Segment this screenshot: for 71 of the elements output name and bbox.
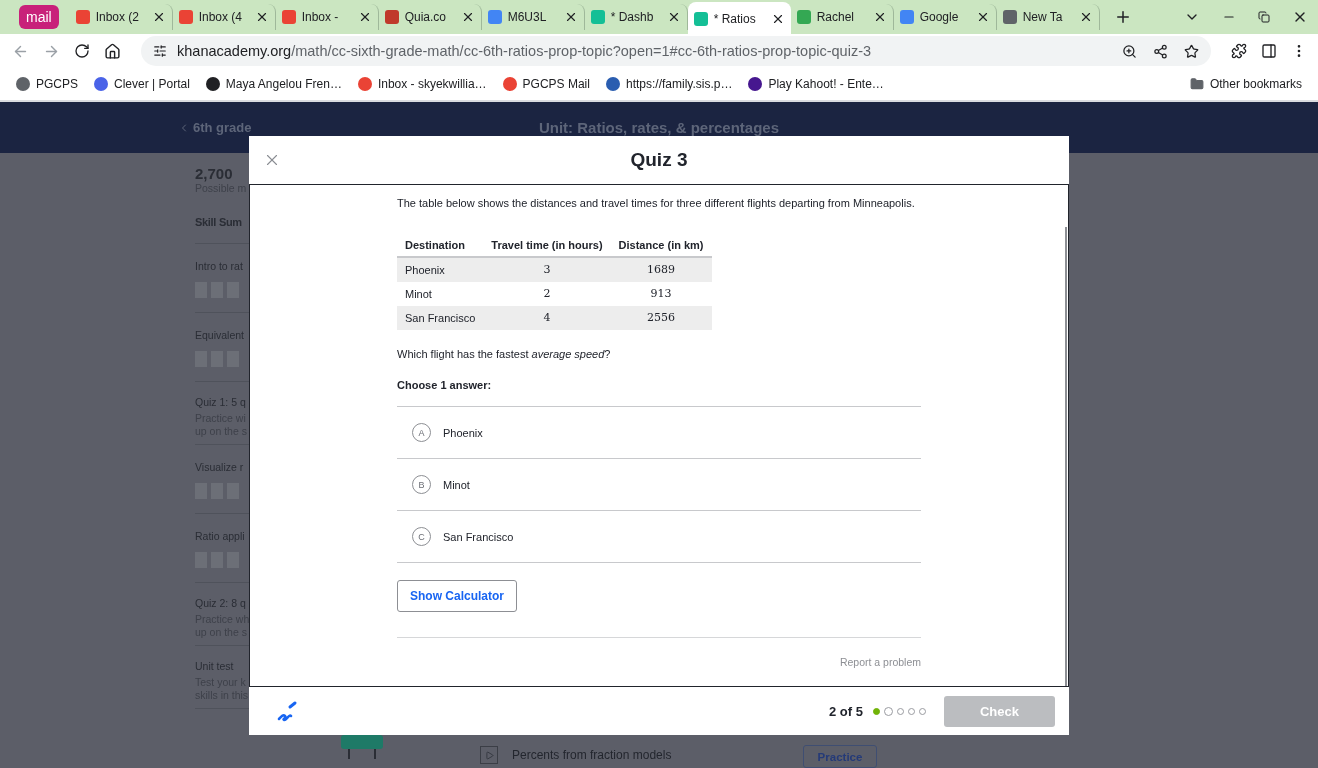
tab-title: * Dashb	[610, 10, 655, 24]
answer-prompt: Choose 1 answer:	[397, 379, 493, 391]
table-cell: 3	[483, 257, 611, 282]
share-icon[interactable]	[1153, 43, 1168, 59]
tab-title: Inbox -	[301, 10, 340, 24]
table-cell: San Francisco	[397, 306, 484, 330]
show-calculator-button[interactable]: Show Calculator	[397, 580, 517, 612]
folder-icon	[1189, 77, 1204, 91]
reload-icon[interactable]	[74, 43, 90, 59]
star-icon[interactable]	[1184, 43, 1199, 59]
table-cell: 4	[483, 306, 611, 330]
bookmark[interactable]: PGCPS	[16, 77, 78, 91]
zoom-icon[interactable]	[1122, 43, 1137, 59]
home-icon[interactable]	[104, 42, 121, 60]
choice-label: Minot	[443, 478, 470, 491]
progress-text: 2 of 5	[829, 703, 863, 719]
browser-tab[interactable]: * Ratios	[687, 2, 791, 36]
tab-title: Google	[919, 10, 960, 24]
browser-tab[interactable]: New Ta	[996, 4, 1100, 30]
scrollbar[interactable]	[1065, 227, 1067, 686]
browser-tab[interactable]: Inbox (2	[69, 4, 173, 30]
table-cell: Phoenix	[397, 257, 484, 282]
bookmark[interactable]: PGCPS Mail	[502, 77, 590, 91]
address-bar[interactable]: khanacademy.org/math/cc-sixth-grade-math/cc-6th-ratios-prop-topic?open=1#cc-6th-ratios-prop-topic-quiz-3	[141, 36, 1211, 66]
tab-title: Rachel	[816, 10, 856, 24]
table-cell: 2556	[610, 306, 712, 330]
side-panel-icon[interactable]	[1261, 43, 1277, 59]
table-cell: Minot	[397, 282, 484, 306]
url-path: /math/cc-sixth-grade-math/cc-6th-ratios-prop-topic?open=1#cc-6th-ratios-prop-topic-quiz-3	[291, 43, 872, 59]
tab-title: Quia.co	[404, 10, 448, 24]
table-cell: 913	[610, 282, 712, 306]
browser-tab[interactable]: Quia.co	[378, 4, 482, 30]
bookmark-title: Inbox - skyekwillia…	[377, 77, 487, 91]
other-bookmarks[interactable]: Other bookmarks	[1189, 77, 1302, 91]
choice-label: San Francisco	[443, 530, 514, 543]
tab-title: New Ta	[1022, 10, 1064, 24]
tab-title: * Ratios	[713, 12, 757, 26]
question-intro: The table below shows the distances and travel times for three different flights departing from Minneapolis.	[397, 196, 916, 211]
question-text: Which flight has the fastest average speed?	[397, 348, 612, 360]
browser-tab[interactable]: Inbox -	[275, 4, 379, 30]
tab-title: M6U3L	[507, 10, 548, 24]
browser-tab[interactable]: * Dashb	[584, 4, 688, 30]
site-info-icon[interactable]	[153, 44, 167, 58]
browser-tab[interactable]: Google	[893, 4, 997, 30]
browser-tab[interactable]: Rachel	[790, 4, 894, 30]
tab-group-label[interactable]: mail	[19, 5, 59, 29]
url-host: khanacademy.org	[177, 43, 292, 59]
restore-icon[interactable]	[1258, 11, 1270, 23]
table-cell: 2	[483, 282, 611, 306]
bookmark[interactable]: Inbox - skyekwillia…	[357, 77, 487, 91]
bookmark[interactable]: https://family.sis.p…	[605, 77, 733, 91]
tab-title: Inbox (4	[198, 10, 244, 24]
choice-label: Phoenix	[443, 426, 483, 439]
bookmark[interactable]: Clever | Portal	[94, 77, 190, 91]
puzzle-icon[interactable]	[1231, 43, 1247, 59]
choice-letter: B	[412, 475, 431, 494]
choice-letter: C	[412, 527, 431, 546]
browser-tab[interactable]: Inbox (4	[172, 4, 276, 30]
browser-tab[interactable]: M6U3L	[481, 4, 585, 30]
stand-drawing	[341, 735, 383, 759]
table-cell: 1689	[610, 257, 712, 282]
modal-title: Quiz 3	[630, 149, 688, 171]
tab-title: Inbox (2	[95, 10, 141, 24]
bookmark-title: PGCPS	[36, 77, 78, 91]
unit-title: Unit: Ratios, rates, & percentages	[538, 119, 780, 136]
bookmark-title: https://family.sis.p…	[625, 77, 733, 91]
bookmark-title: PGCPS Mail	[522, 77, 590, 91]
bookmark-title: Other bookmarks	[1209, 77, 1302, 91]
choice-letter: A	[412, 423, 431, 442]
scratchpad-icon[interactable]	[276, 700, 298, 722]
bookmark-title: Clever | Portal	[114, 77, 190, 91]
